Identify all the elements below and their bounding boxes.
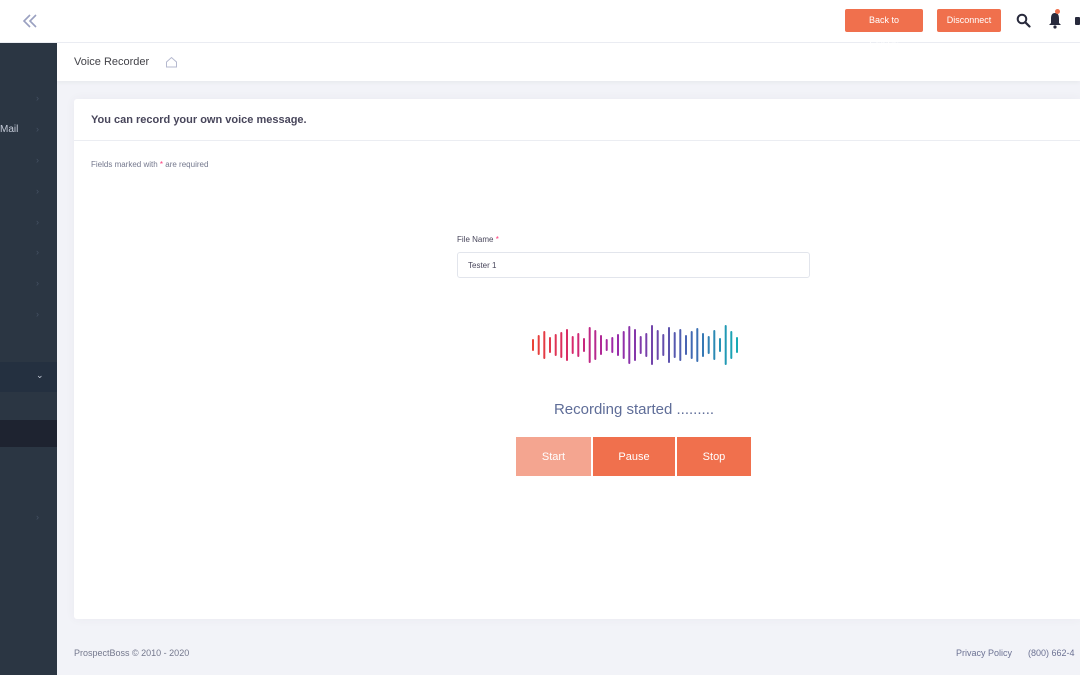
required-fields-note: Fields marked with * are required bbox=[91, 160, 208, 169]
top-header: Back to Classic Disconnect bbox=[0, 0, 1080, 48]
sidebar: › Mail › › › › › › › ⌄ › bbox=[0, 43, 57, 675]
bell-icon[interactable] bbox=[1047, 11, 1063, 29]
sidebar-item-mail[interactable]: Mail › bbox=[0, 116, 57, 146]
pause-button[interactable]: Pause bbox=[593, 437, 675, 476]
stop-button[interactable]: Stop bbox=[677, 437, 751, 476]
subheader: Voice Recorder bbox=[57, 43, 1080, 81]
chevron-right-icon: › bbox=[36, 309, 39, 319]
search-icon[interactable] bbox=[1016, 13, 1031, 28]
sidebar-item-7[interactable]: › bbox=[0, 270, 57, 300]
disconnect-button[interactable]: Disconnect bbox=[937, 9, 1001, 32]
required-note-text: Fields marked with bbox=[91, 160, 160, 169]
sidebar-item-3[interactable]: › bbox=[0, 147, 57, 177]
sidebar-item-4[interactable]: › bbox=[0, 178, 57, 208]
page-title: Voice Recorder bbox=[74, 56, 150, 68]
chevron-down-icon: ⌄ bbox=[36, 370, 44, 380]
start-button[interactable]: Start bbox=[516, 437, 591, 476]
chevron-right-icon: › bbox=[36, 247, 39, 257]
voice-recorder-card: You can record your own voice message. F… bbox=[74, 99, 1080, 619]
card-header: You can record your own voice message. bbox=[74, 99, 1080, 141]
sidebar-item-1[interactable]: › bbox=[0, 85, 57, 115]
privacy-policy-link[interactable]: Privacy Policy bbox=[956, 648, 1012, 658]
required-note-text-end: are required bbox=[163, 160, 209, 169]
sidebar-item-6[interactable]: › bbox=[0, 239, 57, 269]
audio-waveform-icon bbox=[532, 325, 738, 365]
file-name-label: File Name * bbox=[457, 235, 499, 244]
recording-status: Recording started ......... bbox=[553, 401, 715, 418]
chevron-right-icon: › bbox=[36, 186, 39, 196]
chevron-right-icon: › bbox=[36, 217, 39, 227]
card-title: You can record your own voice message. bbox=[91, 114, 307, 126]
sidebar-subitem-active[interactable] bbox=[0, 420, 57, 447]
sidebar-item-5[interactable]: › bbox=[0, 209, 57, 239]
file-name-input[interactable] bbox=[457, 252, 810, 278]
file-name-label-text: File Name bbox=[457, 235, 494, 244]
chevron-right-icon: › bbox=[36, 93, 39, 103]
user-icon[interactable] bbox=[1075, 17, 1080, 25]
notification-dot bbox=[1055, 9, 1060, 14]
back-to-classic-button[interactable]: Back to Classic bbox=[845, 9, 923, 48]
required-star: * bbox=[495, 235, 499, 244]
chevron-right-icon: › bbox=[36, 124, 39, 134]
chevron-right-icon: › bbox=[36, 512, 39, 522]
chevron-right-icon: › bbox=[36, 155, 39, 165]
home-icon[interactable] bbox=[165, 56, 178, 68]
sidebar-item-8[interactable]: › bbox=[0, 301, 57, 331]
chevron-right-icon: › bbox=[36, 278, 39, 288]
sidebar-item-expanded[interactable]: ⌄ bbox=[0, 362, 57, 392]
copyright-text: ProspectBoss © 2010 - 2020 bbox=[74, 648, 190, 658]
double-chevron-left-icon[interactable] bbox=[20, 11, 40, 31]
footer: ProspectBoss © 2010 - 2020 Privacy Polic… bbox=[57, 633, 1080, 675]
sidebar-item-10[interactable]: › bbox=[0, 504, 57, 534]
sidebar-item-label: Mail bbox=[0, 124, 19, 135]
phone-number: (800) 662-4 bbox=[1028, 648, 1075, 658]
